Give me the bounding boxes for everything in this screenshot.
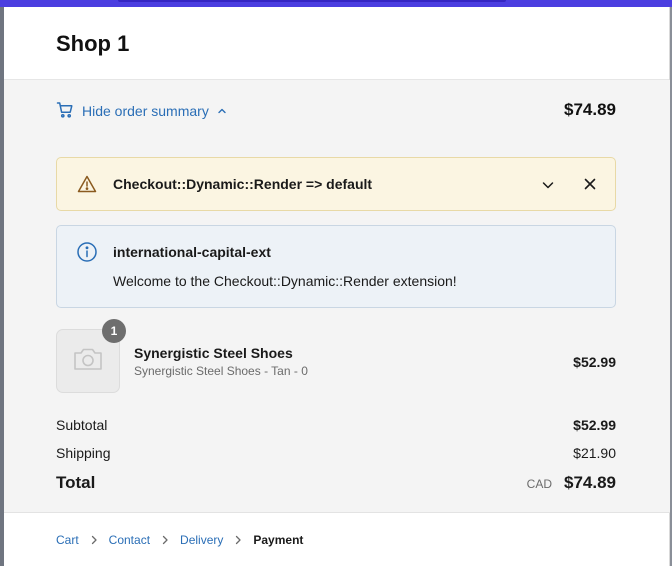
shipping-label: Shipping: [56, 445, 111, 461]
breadcrumb-payment: Payment: [253, 533, 304, 547]
product-name: Synergistic Steel Shoes: [134, 345, 293, 361]
hide-order-summary-label: Hide order summary: [82, 103, 209, 119]
info-banner-message: Welcome to the Checkout::Dynamic::Render…: [113, 273, 457, 289]
total-value: $74.89: [564, 473, 616, 492]
breadcrumb-cart[interactable]: Cart: [56, 533, 79, 547]
chevron-right-icon: [161, 535, 169, 545]
camera-icon: [72, 346, 104, 377]
line-item: 1 Synergistic Steel Shoes Synergistic St…: [56, 319, 616, 395]
chevron-right-icon: [90, 535, 98, 545]
breadcrumb-delivery[interactable]: Delivery: [180, 533, 223, 547]
warning-banner-title: Checkout::Dynamic::Render => default: [113, 176, 373, 192]
shipping-row: Shipping $21.90: [56, 445, 616, 463]
close-icon[interactable]: [582, 176, 598, 197]
checkout-header: Shop 1: [4, 7, 669, 80]
checkout-page: Shop 1 Hide order summary $74.89 Checkou…: [4, 7, 670, 566]
info-banner: international-capital-ext Welcome to the…: [56, 225, 616, 308]
total-label: Total: [56, 473, 96, 492]
product-price: $52.99: [573, 354, 616, 370]
summary-total: $74.89: [564, 100, 616, 119]
quantity-badge: 1: [102, 319, 126, 343]
top-accent-bar: [0, 0, 672, 7]
shop-title[interactable]: Shop 1: [56, 31, 129, 57]
subtotal-row: Subtotal $52.99: [56, 417, 616, 435]
subtotal-label: Subtotal: [56, 417, 108, 433]
breadcrumb: Cart Contact Delivery Payment: [56, 532, 303, 548]
chevron-up-icon: [217, 103, 227, 119]
breadcrumb-contact[interactable]: Contact: [109, 533, 150, 547]
info-icon: [76, 241, 98, 268]
hide-order-summary-button[interactable]: Hide order summary: [56, 101, 227, 121]
subtotal-value: $52.99: [573, 417, 616, 433]
chevron-right-icon: [234, 535, 242, 545]
currency-code: CAD: [526, 477, 552, 491]
warning-icon: [77, 174, 97, 199]
total-row: Total CAD $74.89: [56, 472, 616, 496]
top-accent-pill: [118, 0, 506, 2]
product-variant: Synergistic Steel Shoes - Tan - 0: [134, 364, 308, 378]
cart-icon: [56, 101, 74, 122]
warning-banner: Checkout::Dynamic::Render => default: [56, 157, 616, 211]
order-summary: Hide order summary $74.89 Checkout::Dyna…: [4, 80, 670, 513]
shipping-value: $21.90: [573, 445, 616, 461]
chevron-down-icon[interactable]: [540, 177, 556, 198]
info-banner-title: international-capital-ext: [113, 244, 271, 260]
